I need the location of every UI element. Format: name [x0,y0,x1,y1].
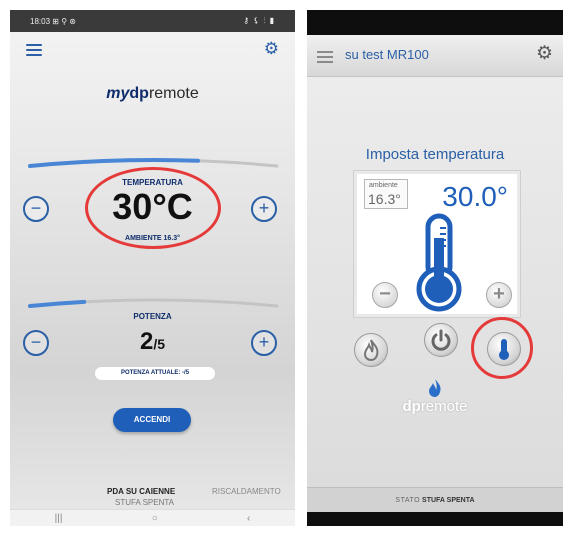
status-value: STUFA SPENTA [422,497,475,504]
power-arc [26,290,281,312]
ambient-box: ambiente 16.3° [364,179,408,209]
left-app-screen: 18:03 ⊞ ⚲ ⊛ ⚷ ⚸ ⫶ ▮ ⚙ mydpremote − + TEM… [10,10,295,526]
gear-icon[interactable]: ⚙ [264,40,279,57]
status-left-icons: ⊞ ⚲ ⊛ [52,16,76,26]
brand-logo: dpremote [402,398,468,415]
thermometer-icon [414,213,464,318]
ambient-value: 16.3° [368,191,401,207]
menu-icon[interactable] [317,51,333,63]
flame-mode-button[interactable] [354,333,388,367]
setpoint-plus-button[interactable]: + [486,282,512,308]
power-icon [431,329,451,351]
menu-icon[interactable] [26,44,42,56]
status-time: 18:03 [30,16,51,26]
flame-icon [363,339,379,361]
status-bar: 18:03 ⊞ ⚲ ⊛ ⚷ ⚸ ⫶ ▮ [10,10,295,32]
status-right-icons: ⚷ ⚸ ⫶ ▮ [243,16,275,25]
app-header: su test MR100 ⚙ [307,35,563,77]
android-navbar: ||| ○ ‹ [10,509,295,526]
tab-device[interactable]: PDA SU CAIENNE [107,487,175,496]
status-left: 18:03 ⊞ ⚲ ⊛ [30,17,76,26]
status-bar-area [307,10,563,35]
ambient-label: ambiente [369,182,398,189]
gear-icon[interactable]: ⚙ [536,44,553,63]
tab-heating[interactable]: RISCALDAMENTO [212,487,281,496]
power-mode-button[interactable] [424,323,458,357]
status-label: STATO [395,497,421,504]
highlight-ellipse [85,167,221,249]
power-level: 2 [139,328,154,355]
back-icon[interactable]: ‹ [247,513,250,524]
navigation-bar-area [307,512,563,526]
setpoint-value: 30.0° [442,181,508,212]
power-label: POTENZA [133,312,172,321]
power-max: /5 [153,336,166,352]
power-value: 2/5 [10,328,295,356]
recent-apps-icon[interactable]: ||| [55,513,63,524]
right-app-screen: su test MR100 ⚙ Imposta temperatura ambi… [307,10,563,526]
device-title: su test MR100 [345,47,429,62]
highlight-circle [471,317,533,379]
temperature-panel: ambiente 16.3° 30.0° − + [353,170,521,318]
setpoint-minus-button[interactable]: − [372,282,398,308]
power-actual-badge: POTENZA ATTUALE: -/5 [95,367,215,380]
home-icon[interactable]: ○ [152,513,158,524]
tab-device-status: STUFA SPENTA [115,498,174,507]
accendi-button[interactable]: ACCENDI [113,408,191,432]
set-temperature-title: Imposta temperatura [365,146,505,163]
app-logo: mydpremote [106,85,199,102]
device-status-bar: STATO STUFA SPENTA [307,487,563,512]
bottom-tabs: PDA SU CAIENNE STUFA SPENTA RISCALDAMENT… [10,484,295,508]
